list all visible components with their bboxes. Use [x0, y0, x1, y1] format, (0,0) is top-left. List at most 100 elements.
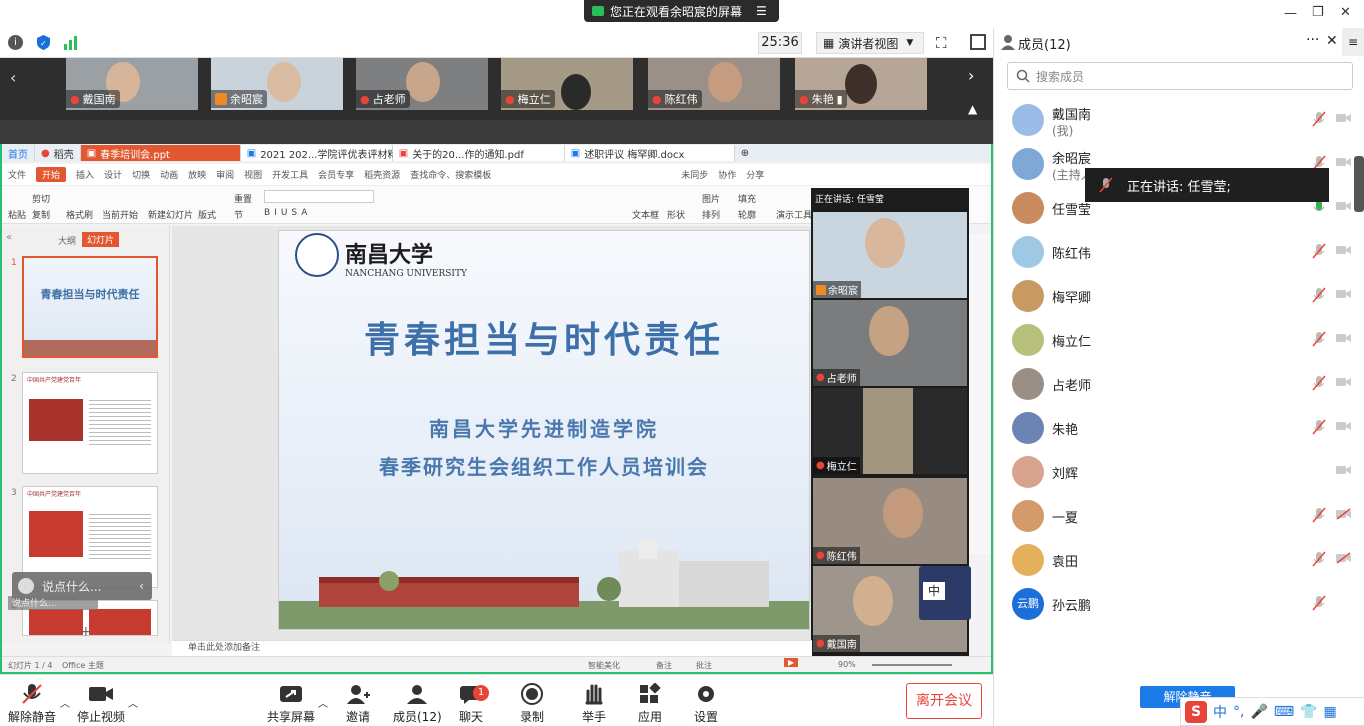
menu-icon[interactable]: ≡: [1342, 28, 1364, 56]
menu-slideshow[interactable]: 放映: [188, 168, 206, 181]
member-row[interactable]: 陈红伟: [994, 230, 1352, 274]
play-slideshow-button[interactable]: ▶: [784, 658, 799, 667]
video-tile[interactable]: ● 梅立仁: [813, 388, 967, 474]
signal-icon[interactable]: [63, 36, 79, 50]
camera-off-icon[interactable]: [1336, 288, 1352, 300]
member-row[interactable]: 梅立仁: [994, 318, 1352, 362]
apps-button[interactable]: 应用: [638, 683, 662, 725]
chat-input-mini[interactable]: 说点什么...: [8, 596, 98, 610]
slide-thumb[interactable]: 青春担当与时代责任: [22, 256, 158, 358]
mic-muted-icon[interactable]: [1312, 111, 1326, 127]
menu-home[interactable]: 开始: [36, 167, 67, 182]
record-button[interactable]: 录制: [520, 683, 544, 725]
textbox-button[interactable]: 文本框: [632, 208, 659, 221]
menu-search[interactable]: 查找命令、搜索模板: [410, 168, 491, 181]
strip-next-button[interactable]: ›: [968, 66, 974, 85]
menu-file[interactable]: 文件: [8, 168, 26, 181]
picture-button[interactable]: 图片: [702, 192, 720, 205]
member-row[interactable]: 云鹏 孙云鹏: [994, 582, 1350, 626]
mic-muted-icon[interactable]: [1312, 595, 1326, 611]
add-tab-icon[interactable]: ⊕: [735, 145, 755, 161]
view-dropdown[interactable]: ▦ 演讲者视图 ▼: [816, 32, 924, 54]
raise-hand-button[interactable]: 举手: [582, 683, 606, 725]
member-row[interactable]: 朱艳: [994, 406, 1352, 450]
member-row[interactable]: 刘辉: [994, 450, 1351, 494]
close-icon[interactable]: ✕: [1326, 33, 1338, 49]
mic-muted-icon[interactable]: [1312, 419, 1326, 435]
menu-icon[interactable]: ☰: [756, 4, 767, 18]
camera-off-icon[interactable]: [1336, 112, 1352, 124]
member-row[interactable]: 戴国南 (我): [994, 98, 1352, 142]
camera-off-icon[interactable]: [1336, 332, 1352, 344]
ime-skin-widget[interactable]: 中: [919, 566, 971, 620]
collapse-pane-icon[interactable]: «: [6, 232, 12, 243]
members-button[interactable]: 成员(12): [393, 683, 442, 725]
camera-off-icon[interactable]: [1336, 420, 1352, 432]
video-tile[interactable]: ● 陈红伟: [813, 478, 967, 564]
zoom-slider[interactable]: [872, 664, 952, 666]
mute-button[interactable]: 解除静音: [8, 683, 56, 725]
participant-thumb[interactable]: ● 占老师: [356, 58, 488, 110]
mic-muted-icon[interactable]: [1312, 551, 1326, 567]
volume-slider[interactable]: [1354, 156, 1364, 212]
video-tile[interactable]: ● 占老师: [813, 300, 967, 386]
smart-beautify-button[interactable]: 智能美化: [588, 660, 620, 671]
cut-button[interactable]: 剪切: [32, 192, 50, 205]
outline-button[interactable]: 轮廓: [738, 208, 756, 221]
fullscreen-icon[interactable]: ⛶: [936, 34, 947, 52]
fill-button[interactable]: 填充: [738, 192, 756, 205]
comments-button[interactable]: 批注: [696, 660, 712, 671]
menu-unsynced[interactable]: 未同步: [681, 168, 708, 181]
reset-button[interactable]: 重置: [234, 192, 252, 205]
camera-off-icon[interactable]: [1336, 156, 1352, 168]
menu-transition[interactable]: 切换: [132, 168, 150, 181]
tab-ppt[interactable]: ▣ 春季培训会.ppt: [80, 145, 241, 161]
settings-button[interactable]: 设置: [694, 683, 718, 725]
wps-side-tools[interactable]: [969, 234, 991, 554]
mic-muted-icon[interactable]: [1312, 375, 1326, 391]
member-row[interactable]: 梅罕卿: [994, 274, 1352, 318]
tab-doc[interactable]: ▣ 2021 202...学院评优表评材料: [240, 145, 397, 161]
shield-icon[interactable]: ✓: [36, 34, 51, 51]
current-slide[interactable]: 南昌大学 NANCHANG UNIVERSITY 青春担当与时代责任 南昌大学先…: [278, 230, 810, 630]
tab-docx[interactable]: ▣ 述职评议 梅罕卿.docx: [564, 145, 735, 161]
section-button[interactable]: 节: [234, 208, 243, 221]
tab-slides[interactable]: 幻灯片: [82, 232, 120, 247]
tab-docer[interactable]: ● 稻壳: [35, 145, 81, 161]
video-tile[interactable]: 余昭宸: [813, 212, 967, 298]
notes-button[interactable]: 备注: [656, 660, 672, 671]
minimize-button[interactable]: —: [1284, 6, 1297, 21]
mic-muted-icon[interactable]: [1312, 243, 1326, 259]
mic-muted-icon[interactable]: [1312, 507, 1326, 523]
participant-thumb[interactable]: ● 陈红伟: [648, 58, 780, 110]
menu-devtools[interactable]: 开发工具: [272, 168, 308, 181]
copy-button[interactable]: 复制: [32, 208, 50, 221]
menu-design[interactable]: 设计: [104, 168, 122, 181]
camera-off-icon[interactable]: [1336, 200, 1352, 212]
menu-animation[interactable]: 动画: [160, 168, 178, 181]
new-slide-button[interactable]: 新建幻灯片: [148, 208, 193, 221]
stop-video-button[interactable]: 停止视频: [77, 683, 125, 725]
notes-area[interactable]: 单击此处添加备注: [172, 640, 812, 656]
format-painter-button[interactable]: 格式刷: [66, 208, 93, 221]
invite-button[interactable]: 邀请: [346, 683, 370, 725]
collapse-icon[interactable]: ‹: [139, 579, 144, 593]
menu-collab[interactable]: 协作: [718, 168, 736, 181]
menu-share[interactable]: 分享: [746, 168, 764, 181]
member-row[interactable]: 占老师: [994, 362, 1352, 406]
more-icon[interactable]: ···: [1306, 32, 1319, 48]
add-slide-icon[interactable]: +: [80, 624, 92, 640]
participant-thumb[interactable]: ● 朱艳 ▮: [795, 58, 927, 110]
camera-off-icon[interactable]: [1336, 508, 1352, 520]
share-screen-button[interactable]: 共享屏幕: [267, 683, 315, 725]
tab-pdf[interactable]: ▣ 关于的20...作的通知.pdf: [392, 145, 565, 161]
menu-insert[interactable]: 插入: [76, 168, 94, 181]
mic-muted-icon[interactable]: [1312, 331, 1326, 347]
paste-button[interactable]: 粘贴: [8, 208, 26, 221]
close-button[interactable]: ✕: [1340, 5, 1351, 20]
menu-review[interactable]: 审阅: [216, 168, 234, 181]
camera-off-icon[interactable]: [1336, 376, 1352, 388]
present-tools-button[interactable]: 演示工具: [776, 208, 812, 221]
play-from-current-button[interactable]: 当前开始: [102, 208, 138, 221]
camera-off-icon[interactable]: [1336, 244, 1352, 256]
